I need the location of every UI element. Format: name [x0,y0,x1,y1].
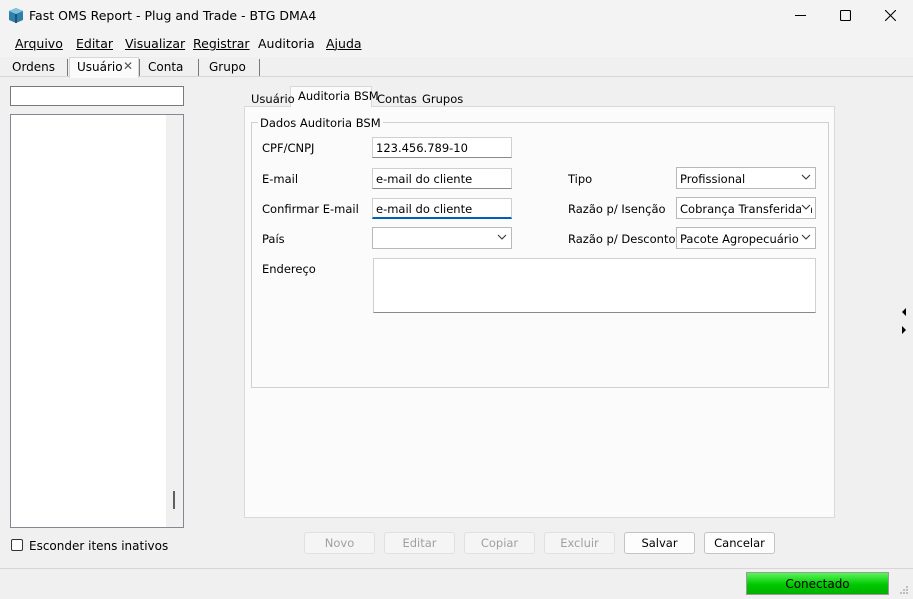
window-title: Fast OMS Report - Plug and Trade - BTG D… [29,8,317,23]
user-list[interactable] [10,114,184,528]
cancelar-button[interactable]: Cancelar [704,532,775,554]
menu-visualizar[interactable]: Visualizar [125,36,185,51]
list-scrollbar[interactable] [166,115,183,527]
hide-inactive-checkbox[interactable] [11,539,23,551]
tab-conta[interactable]: Conta [148,60,183,74]
tab-auditoria-bsm[interactable]: Auditoria BSM [298,89,379,103]
desconto-select[interactable]: Pacote Agropecuário [676,227,816,249]
tab-ordens[interactable]: Ordens [12,60,55,74]
tab-close-icon[interactable]: ✕ [123,59,133,73]
isencao-select[interactable]: Cobrança Transferida a ( [676,197,816,219]
chevron-down-icon [801,231,811,246]
menu-auditoria[interactable]: Auditoria [258,36,315,51]
connection-status-badge: Conectado [746,572,889,595]
hide-inactive-label: Esconder itens inativos [29,539,169,553]
collapse-left-icon[interactable] [900,307,908,317]
tipo-value: Profissional [680,172,746,186]
close-icon[interactable] [867,0,913,31]
endereco-label: Endereço [262,262,316,276]
list-scrollbar-thumb[interactable] [173,491,175,509]
excluir-button[interactable]: Excluir [544,532,615,554]
group-title: Dados Auditoria BSM [258,116,383,130]
pais-label: País [262,232,285,246]
tab-grupo[interactable]: Grupo [209,60,246,74]
app-icon [9,8,23,23]
audit-data-group [251,122,829,388]
menu-editar[interactable]: Editar [76,36,113,51]
desconto-label: Razão p/ Desconto [568,232,676,246]
copiar-button[interactable]: Copiar [464,532,535,554]
novo-button[interactable]: Novo [304,532,375,554]
menu-registrar[interactable]: Registrar [193,36,250,51]
tipo-select[interactable]: Profissional [676,167,816,189]
endereco-textarea[interactable] [373,258,816,313]
maximize-icon[interactable] [822,0,868,31]
pais-select[interactable] [372,227,512,249]
tab-separator [259,59,260,76]
tab-contas[interactable]: Contas [377,92,417,106]
menu-ajuda[interactable]: Ajuda [326,36,362,51]
isencao-label: Razão p/ Isenção [568,202,666,216]
chevron-down-icon [497,231,507,246]
tipo-label: Tipo [568,172,593,186]
search-input[interactable] [10,86,184,106]
salvar-button[interactable]: Salvar [624,532,695,554]
tab-separator [139,59,140,76]
confirm-email-field[interactable]: e-mail do cliente [372,198,512,219]
expand-right-icon[interactable] [900,325,908,335]
chevron-down-icon [801,171,811,186]
desconto-value: Pacote Agropecuário [680,232,799,246]
tab-usuario-inner[interactable]: Usuário [251,92,295,106]
tab-separator [198,59,199,76]
resize-grip-icon[interactable] [899,585,909,598]
confirm-email-label: Confirmar E-mail [262,202,359,216]
email-label: E-mail [262,172,299,186]
minimize-icon[interactable] [777,0,823,31]
cpf-label: CPF/CNPJ [262,141,315,155]
isencao-value: Cobrança Transferida a ( [680,202,816,216]
menu-arquivo[interactable]: Arquivo [15,36,63,51]
tab-grupos[interactable]: Grupos [422,92,463,106]
email-field[interactable]: e-mail do cliente [372,168,512,189]
tab-usuario[interactable]: Usuário [77,60,123,74]
editar-button[interactable]: Editar [384,532,455,554]
tab-separator [67,59,68,76]
chevron-down-icon [801,201,811,216]
cpf-field[interactable]: 123.456.789-10 [372,137,512,158]
